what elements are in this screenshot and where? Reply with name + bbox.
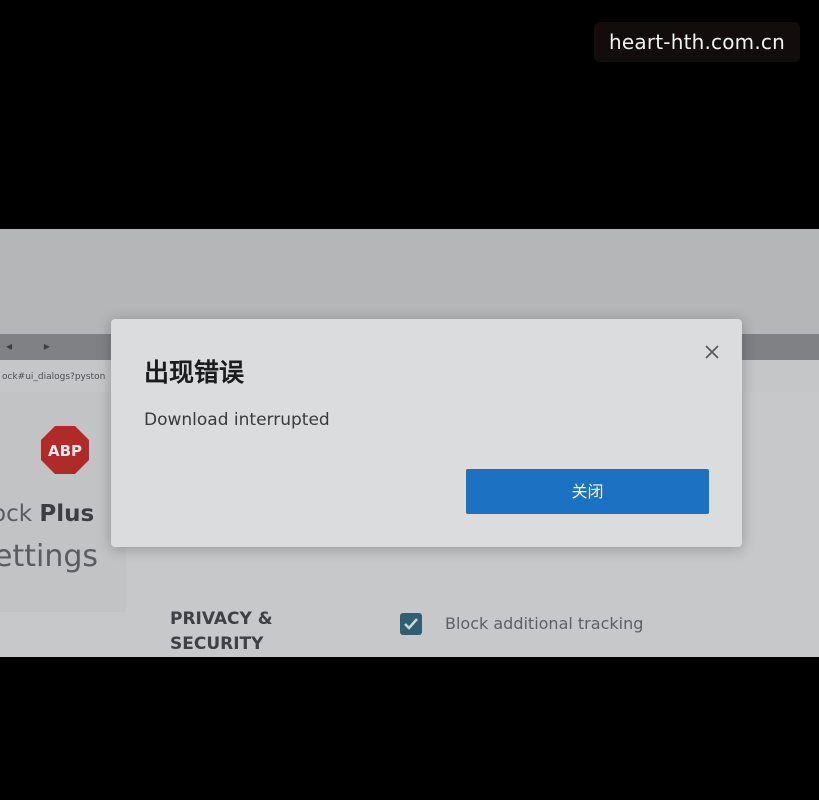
brand-name-partial: ock: [0, 501, 33, 527]
checkmark-icon: [404, 618, 418, 630]
address-bar-text: ock#ui_dialogs?pyston: [2, 372, 106, 382]
abp-logo-icon: ABP: [41, 426, 89, 474]
abp-logo-text: ABP: [48, 442, 82, 460]
close-icon[interactable]: [701, 341, 723, 363]
close-button[interactable]: 关闭: [466, 469, 709, 514]
brand-name-bold: Plus: [39, 501, 95, 527]
block-tracking-checkbox[interactable]: [400, 613, 422, 635]
dialog-message: Download interrupted: [144, 410, 330, 430]
brand-name: ock Plus: [0, 501, 94, 527]
watermark-badge: heart-hth.com.cn: [594, 22, 800, 62]
error-dialog: 出现错误 Download interrupted 关闭: [111, 319, 742, 547]
dialog-title: 出现错误: [144, 358, 245, 387]
video-frame: heart-hth.com.cn ◂ ▸ ock#ui_dialogs?pyst…: [0, 0, 819, 800]
privacy-security-heading: PRIVACY & SECURITY: [170, 607, 290, 657]
settings-title: ettings: [0, 539, 99, 574]
block-tracking-label: Block additional tracking: [445, 614, 644, 633]
section-heading-line2: SECURITY: [170, 634, 264, 654]
watermark-text: heart-hth.com.cn: [608, 30, 785, 54]
nav-arrows-icon[interactable]: ◂ ▸: [6, 339, 64, 353]
section-heading-line1: PRIVACY &: [170, 609, 273, 629]
